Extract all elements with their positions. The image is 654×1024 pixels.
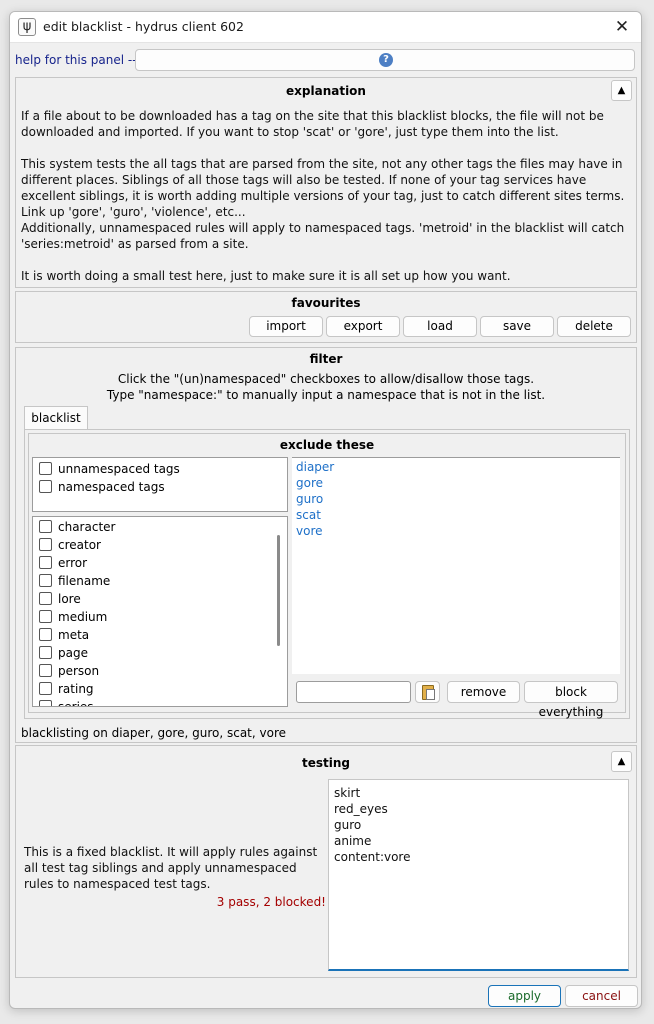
- export-favourite-button[interactable]: export: [326, 316, 400, 337]
- excluded-tag[interactable]: guro: [296, 491, 323, 507]
- excluded-tags-list[interactable]: diaper gore guro scat vore: [292, 457, 620, 674]
- unnamespaced-tags-label: unnamespaced tags: [58, 462, 180, 476]
- window-title: edit blacklist - hydrus client 602: [43, 19, 244, 34]
- global-namespace-checklist: unnamespaced tags namespaced tags: [32, 457, 288, 512]
- load-favourite-button[interactable]: load: [403, 316, 477, 337]
- excluded-tag[interactable]: vore: [296, 523, 323, 539]
- exclude-heading: exclude these: [279, 438, 375, 452]
- testing-collapse-button[interactable]: ▲: [611, 751, 632, 772]
- namespace-item[interactable]: error: [39, 554, 87, 572]
- apply-button[interactable]: apply: [488, 985, 561, 1007]
- blacklist-tab-content: exclude these unnamespaced tags namespac…: [24, 429, 630, 719]
- excluded-tag[interactable]: gore: [296, 475, 323, 491]
- namespace-list-scrollbar[interactable]: [277, 535, 280, 646]
- namespace-checkbox[interactable]: [39, 628, 52, 641]
- namespace-checkbox[interactable]: [39, 664, 52, 677]
- favourites-panel: favourites import export load save delet…: [15, 291, 637, 343]
- test-tags-textarea[interactable]: skirt red_eyes guro anime content:vore: [328, 779, 629, 971]
- filter-panel: filter Click the "(un)namespaced" checkb…: [15, 347, 637, 743]
- namespace-label: person: [58, 664, 100, 678]
- test-tag-line: anime: [334, 834, 372, 848]
- cancel-button[interactable]: cancel: [565, 985, 638, 1007]
- namespace-item[interactable]: lore: [39, 590, 81, 608]
- namespace-checkbox[interactable]: [39, 592, 52, 605]
- filter-hint-2: Type "namespace:" to manually input a na…: [106, 388, 546, 402]
- help-icon: ?: [379, 53, 393, 67]
- namespace-item[interactable]: filename: [39, 572, 110, 590]
- namespace-checklist: character creator error filename lore me…: [32, 516, 288, 707]
- explanation-paragraph-2: This system tests the all tags that are …: [21, 157, 625, 219]
- tab-blacklist[interactable]: blacklist: [24, 406, 88, 430]
- delete-favourite-button[interactable]: delete: [557, 316, 631, 337]
- explanation-heading: explanation: [286, 84, 366, 98]
- namespace-item[interactable]: medium: [39, 608, 107, 626]
- namespace-item[interactable]: page: [39, 644, 88, 662]
- namespace-checkbox[interactable]: [39, 556, 52, 569]
- block-everything-button[interactable]: block everything: [524, 681, 618, 719]
- unnamespaced-tags-checkbox[interactable]: unnamespaced tags: [39, 460, 180, 478]
- namespace-checkbox[interactable]: [39, 574, 52, 587]
- unnamespaced-tags-checkbox-box[interactable]: [39, 462, 52, 475]
- testing-description: This is a fixed blacklist. It will apply…: [24, 845, 318, 891]
- namespace-label: rating: [58, 682, 94, 696]
- namespace-checkbox[interactable]: [39, 520, 52, 533]
- namespace-item[interactable]: rating: [39, 680, 94, 698]
- test-tag-line: content:vore: [334, 850, 411, 864]
- namespaced-tags-checkbox-box[interactable]: [39, 480, 52, 493]
- remove-button[interactable]: remove: [447, 681, 520, 703]
- namespace-label: filename: [58, 574, 111, 588]
- blacklist-summary: blacklisting on diaper, gore, guro, scat…: [21, 726, 287, 740]
- namespace-item[interactable]: meta: [39, 626, 89, 644]
- namespace-label: meta: [58, 628, 90, 642]
- namespace-checkbox[interactable]: [39, 646, 52, 659]
- explanation-paragraph-3: Additionally, unnamespaced rules will ap…: [21, 221, 625, 251]
- testing-heading: testing: [302, 756, 350, 770]
- explanation-panel: explanation ▲ If a file about to be down…: [15, 77, 637, 288]
- namespace-checkbox[interactable]: [39, 538, 52, 551]
- test-tag-line: skirt: [334, 786, 361, 800]
- namespaced-tags-checkbox[interactable]: namespaced tags: [39, 478, 165, 496]
- hydrus-app-icon: ψ: [18, 18, 36, 36]
- favourites-heading: favourites: [291, 296, 361, 310]
- edit-blacklist-window: ψ edit blacklist - hydrus client 602 ✕ h…: [9, 11, 642, 1009]
- help-button[interactable]: ?: [135, 49, 635, 71]
- namespaced-tags-label: namespaced tags: [58, 480, 165, 494]
- namespace-label: error: [58, 556, 88, 570]
- namespace-item[interactable]: character: [39, 518, 115, 536]
- explanation-paragraph-1: If a file about to be downloaded has a t…: [21, 109, 604, 139]
- save-favourite-button[interactable]: save: [480, 316, 554, 337]
- excluded-tag[interactable]: diaper: [296, 459, 334, 475]
- namespace-item[interactable]: series: [39, 698, 94, 707]
- testing-panel: testing ▲ This is a fixed blacklist. It …: [15, 745, 637, 978]
- filter-hint-1: Click the "(un)namespaced" checkboxes to…: [117, 372, 535, 386]
- tab-blacklist-label: blacklist: [31, 411, 81, 425]
- namespace-label: character: [58, 520, 116, 534]
- explanation-collapse-button[interactable]: ▲: [611, 80, 632, 101]
- test-tag-line: red_eyes: [334, 802, 388, 816]
- namespace-checkbox[interactable]: [39, 700, 52, 706]
- filter-heading: filter: [309, 352, 343, 366]
- title-bar[interactable]: ψ edit blacklist - hydrus client 602 ✕: [10, 12, 641, 43]
- testing-result: 3 pass, 2 blocked!: [216, 895, 326, 909]
- namespace-label: series: [58, 700, 94, 707]
- namespace-label: lore: [58, 592, 81, 606]
- help-label: help for this panel -->: [15, 53, 147, 67]
- paste-button[interactable]: [415, 681, 440, 703]
- tag-input[interactable]: [296, 681, 411, 703]
- clipboard-paper-icon: [426, 689, 435, 700]
- namespace-checkbox[interactable]: [39, 610, 52, 623]
- namespace-label: creator: [58, 538, 101, 552]
- namespace-item[interactable]: person: [39, 662, 99, 680]
- exclude-box: exclude these unnamespaced tags namespac…: [28, 433, 626, 719]
- test-tag-line: guro: [334, 818, 362, 832]
- namespace-label: page: [58, 646, 88, 660]
- close-icon[interactable]: ✕: [609, 14, 635, 40]
- explanation-paragraph-4: It is worth doing a small test here, jus…: [21, 269, 511, 283]
- namespace-checkbox[interactable]: [39, 682, 52, 695]
- import-favourite-button[interactable]: import: [249, 316, 323, 337]
- excluded-tag[interactable]: scat: [296, 507, 321, 523]
- namespace-item[interactable]: creator: [39, 536, 101, 554]
- namespace-label: medium: [58, 610, 108, 624]
